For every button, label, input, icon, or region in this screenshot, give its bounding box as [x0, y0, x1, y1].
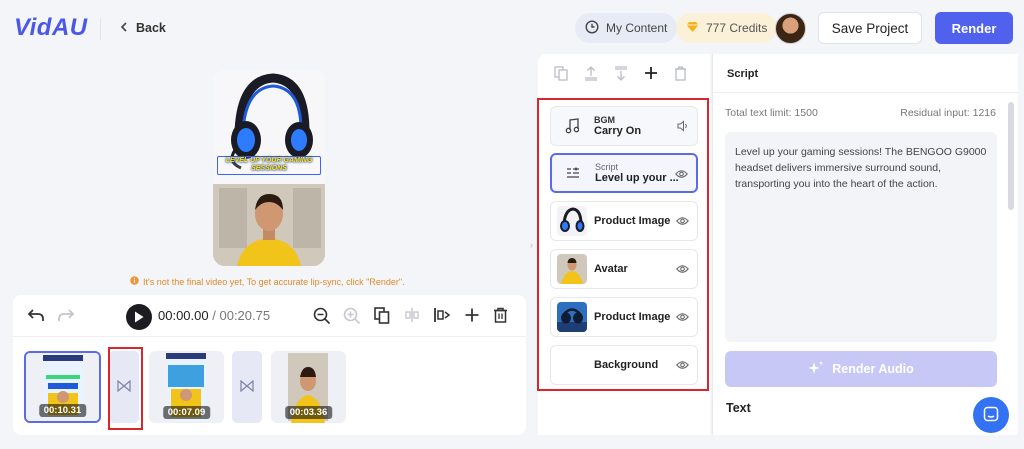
- info-icon: [130, 276, 139, 287]
- vidau-logo[interactable]: VidAU: [14, 14, 88, 42]
- copy-layer-icon[interactable]: [554, 66, 568, 81]
- video-preview[interactable]: LEVEL UP YOUR GAMING SESSIONS: [213, 70, 325, 266]
- timeline-divider: [13, 336, 526, 337]
- trim-icon[interactable]: [433, 307, 451, 323]
- credits-label: 777 Credits: [706, 21, 768, 35]
- transition-highlight: [108, 347, 143, 430]
- play-button[interactable]: [126, 304, 152, 330]
- caption-text[interactable]: LEVEL UP YOUR GAMING SESSIONS: [219, 157, 319, 173]
- split-icon[interactable]: [404, 307, 420, 323]
- duplicate-icon[interactable]: [374, 307, 390, 324]
- residual-input: Residual input: 1216: [900, 107, 996, 119]
- diamond-icon: [686, 21, 699, 36]
- total-time: 00:20.75: [219, 308, 271, 323]
- chevron-left-icon: [120, 21, 128, 35]
- play-icon: [135, 311, 144, 323]
- credits-button[interactable]: 777 Credits: [676, 13, 778, 43]
- transition-icon: [240, 379, 254, 395]
- timeline-panel: 00:00.00 / 00:20.75 00:10.31 00:07.09 00…: [13, 295, 526, 435]
- bring-forward-icon[interactable]: [584, 66, 598, 81]
- render-audio-label: Render Audio: [832, 362, 914, 376]
- layer-toolbar: [538, 54, 710, 94]
- add-layer-icon[interactable]: [644, 66, 658, 80]
- save-project-button[interactable]: Save Project: [818, 12, 922, 44]
- timeline-clip[interactable]: 00:03.36: [271, 351, 346, 423]
- collapse-handle-icon[interactable]: ›: [530, 240, 533, 250]
- header-divider: [100, 18, 101, 40]
- current-time: 00:00.00: [158, 308, 209, 323]
- back-label: Back: [136, 21, 166, 35]
- script-panel: Script Total text limit: 1500 Residual i…: [712, 54, 1019, 435]
- transition-slot[interactable]: [232, 351, 262, 423]
- delete-layer-icon[interactable]: [674, 66, 687, 81]
- back-button[interactable]: Back: [120, 21, 166, 35]
- time-separator: /: [212, 308, 216, 323]
- render-warning: It's not the final video yet, To get acc…: [130, 276, 405, 287]
- warning-text: It's not the final video yet, To get acc…: [143, 276, 405, 287]
- layers-highlight: [537, 98, 709, 391]
- redo-icon[interactable]: [57, 307, 75, 323]
- timeline-clip[interactable]: 00:10.31: [24, 351, 101, 423]
- script-title: Script: [727, 68, 759, 80]
- render-audio-button[interactable]: Render Audio: [725, 351, 997, 387]
- script-divider: [713, 92, 1019, 93]
- delete-icon[interactable]: [493, 307, 508, 323]
- total-text-limit: Total text limit: 1500: [725, 107, 818, 119]
- time-display: 00:00.00 / 00:20.75: [158, 308, 270, 323]
- clip-duration: 00:07.09: [162, 406, 211, 419]
- zoom-in-icon[interactable]: [343, 307, 361, 325]
- script-scrollbar[interactable]: [1008, 102, 1014, 210]
- my-content-label: My Content: [606, 21, 668, 35]
- chat-icon: [983, 406, 999, 425]
- render-button[interactable]: Render: [935, 12, 1013, 44]
- user-avatar[interactable]: [775, 13, 806, 44]
- zoom-out-icon[interactable]: [313, 307, 331, 325]
- add-icon[interactable]: [464, 307, 480, 323]
- send-backward-icon[interactable]: [614, 66, 628, 81]
- sparkle-icon: [808, 360, 824, 379]
- avatar-preview: [213, 184, 325, 266]
- clock-icon: [585, 19, 599, 37]
- clip-duration: 00:03.36: [284, 406, 333, 419]
- clip-duration: 00:10.31: [38, 404, 87, 417]
- my-content-button[interactable]: My Content: [575, 13, 678, 43]
- script-textarea[interactable]: Level up your gaming sessions! The BENGO…: [725, 132, 997, 342]
- chat-support-button[interactable]: [973, 397, 1009, 433]
- timeline-clip[interactable]: 00:07.09: [149, 351, 224, 423]
- text-section-title: Text: [726, 401, 751, 415]
- undo-icon[interactable]: [27, 307, 45, 323]
